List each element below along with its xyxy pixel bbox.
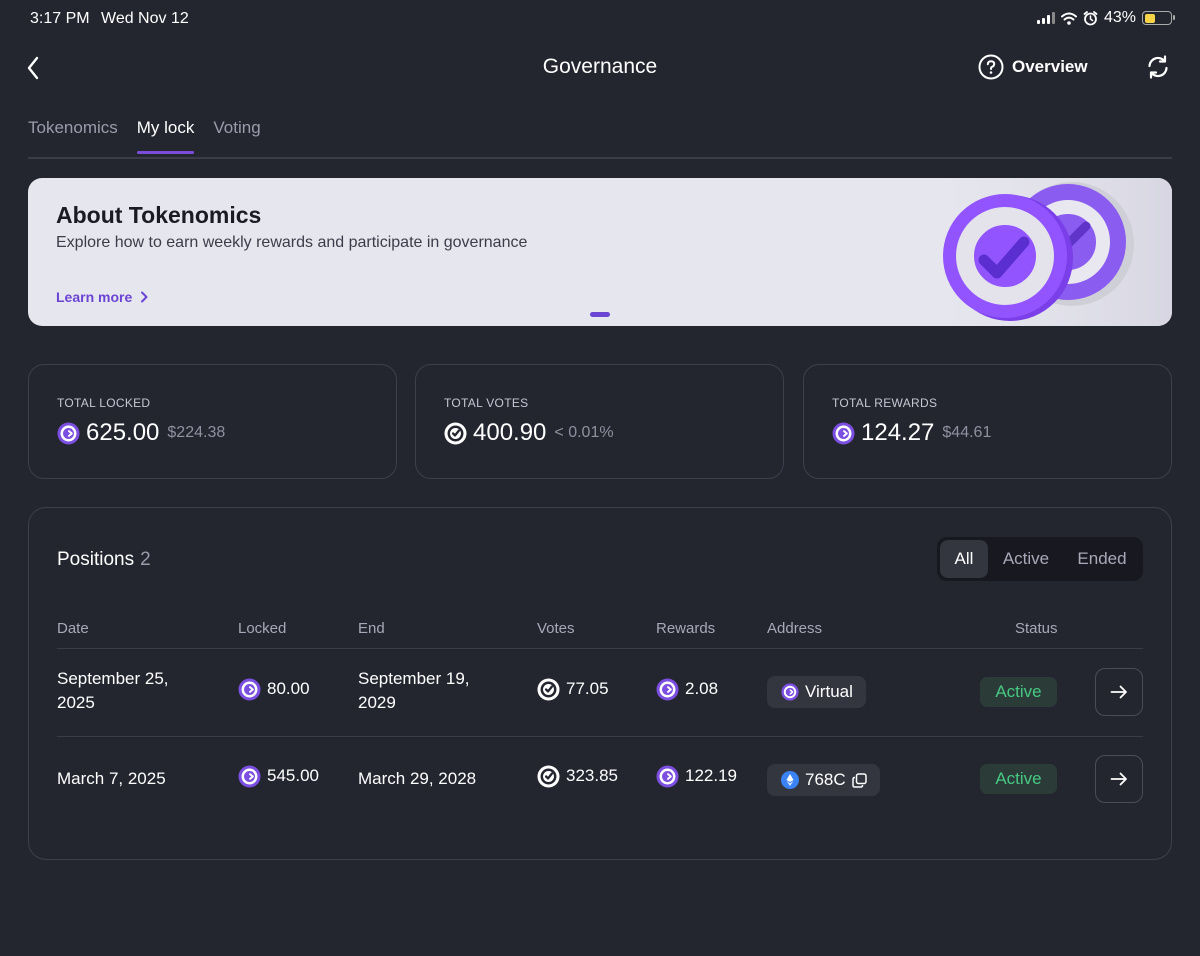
filter-all[interactable]: All (940, 540, 988, 578)
column-status: Status (1015, 620, 1058, 637)
virtual-token-icon (656, 765, 679, 788)
filter-ended[interactable]: Ended (1064, 540, 1140, 578)
tabs-divider (28, 157, 1172, 159)
column-rewards: Rewards (656, 620, 716, 637)
refresh-icon (1148, 55, 1168, 79)
arrow-right-icon (1110, 685, 1127, 699)
status-badge: Active (980, 677, 1057, 707)
row-open-button[interactable] (1095, 755, 1143, 803)
alarm-icon (1083, 10, 1098, 25)
virtual-token-icon (656, 678, 679, 701)
wifi-icon (1060, 12, 1077, 25)
battery-icon (1142, 11, 1175, 25)
banner-subtitle: Explore how to earn weekly rewards and p… (56, 234, 528, 251)
filter-active[interactable]: Active (988, 540, 1064, 578)
tab-voting[interactable]: Voting (213, 118, 260, 152)
overview-label: Overview (1012, 57, 1088, 76)
row-rewards-value: 122.19 (685, 766, 737, 785)
column-votes: Votes (537, 620, 575, 637)
address-label: Virtual (805, 682, 853, 701)
virtual-token-icon (781, 683, 799, 701)
total-votes-card: TOTAL VOTES 400.90 < 0.01% (415, 364, 784, 479)
total-votes-label: TOTAL VOTES (444, 396, 529, 410)
row-rewards-value: 2.08 (685, 679, 719, 698)
status-badge: Active (980, 764, 1057, 794)
tokenomics-banner[interactable]: About Tokenomics Explore how to earn wee… (28, 178, 1172, 326)
row-votes-value: 77.05 (566, 679, 609, 698)
tab-bar: Tokenomics My lock Voting (28, 118, 261, 154)
table-divider (57, 736, 1143, 737)
total-rewards-label: TOTAL REWARDS (832, 396, 938, 410)
total-votes-value: 400.90 (473, 419, 547, 446)
row-date: March 7, 2025 (57, 769, 166, 788)
status-time: 3:17 PM (30, 10, 90, 27)
token-coins-illustration (900, 178, 1172, 326)
virtual-token-icon (57, 422, 80, 445)
back-button[interactable] (22, 54, 46, 82)
address-label: 768C (805, 770, 846, 789)
total-locked-usd: $224.38 (167, 424, 226, 441)
row-rewards: 122.19 (656, 764, 737, 788)
column-locked: Locked (238, 620, 287, 637)
row-date: September 25, 2025 (57, 669, 169, 712)
positions-card: Positions 2 All Active Ended Date Locked … (28, 507, 1172, 860)
row-locked-value: 80.00 (267, 679, 310, 698)
total-rewards-value: 124.27 (861, 419, 935, 446)
refresh-button[interactable] (1145, 54, 1171, 80)
positions-header: Positions 2 (57, 549, 151, 571)
row-locked-value: 545.00 (267, 766, 319, 785)
column-address: Address (767, 620, 823, 637)
vote-token-icon (537, 765, 560, 788)
row-votes: 77.05 (537, 677, 609, 701)
chevron-right-icon (141, 291, 148, 303)
row-end: September 19, 2029 (358, 669, 470, 712)
virtual-token-icon (832, 422, 855, 445)
total-locked-value: 625.00 (86, 419, 160, 446)
column-date: Date (57, 620, 89, 637)
learn-more-label: Learn more (56, 289, 133, 305)
total-locked-card: TOTAL LOCKED 625.00 $224.38 (28, 364, 397, 479)
positions-count: 2 (140, 549, 151, 570)
learn-more-link[interactable]: Learn more (56, 289, 148, 305)
total-locked-label: TOTAL LOCKED (57, 396, 151, 410)
positions-filter: All Active Ended (937, 537, 1143, 581)
column-end: End (358, 620, 385, 637)
status-date: Wed Nov 12 (101, 10, 189, 27)
positions-title: Positions (57, 549, 135, 570)
total-rewards-usd: $44.61 (942, 424, 992, 441)
overview-button[interactable]: Overview (978, 54, 1088, 80)
copy-icon[interactable] (851, 772, 867, 788)
total-rewards-card: TOTAL REWARDS 124.27 $44.61 (803, 364, 1172, 479)
vote-token-icon (444, 422, 467, 445)
help-icon (978, 54, 1004, 80)
signal-icon (1036, 12, 1055, 24)
vote-token-icon (537, 678, 560, 701)
total-votes-share: < 0.01% (554, 424, 614, 441)
row-votes-value: 323.85 (566, 766, 618, 785)
arrow-right-icon (1110, 772, 1127, 786)
carousel-indicator (590, 312, 610, 317)
address-pill[interactable]: 768C (767, 764, 880, 796)
row-locked: 545.00 (238, 764, 319, 788)
status-bar: 3:17 PM Wed Nov 12 43% (0, 0, 1200, 38)
chevron-left-icon (27, 56, 39, 80)
row-locked: 80.00 (238, 677, 310, 701)
tab-tokenomics[interactable]: Tokenomics (28, 118, 118, 152)
row-open-button[interactable] (1095, 668, 1143, 716)
banner-title: About Tokenomics (56, 202, 262, 228)
tab-my-lock[interactable]: My lock (136, 118, 194, 154)
table-divider (57, 648, 1143, 649)
row-votes: 323.85 (537, 764, 618, 788)
virtual-token-icon (238, 765, 261, 788)
ethereum-icon (781, 771, 799, 789)
virtual-token-icon (238, 678, 261, 701)
row-rewards: 2.08 (656, 677, 718, 701)
status-indicators: 43% (1036, 9, 1175, 27)
address-pill[interactable]: Virtual (767, 676, 866, 708)
battery-percent: 43% (1103, 9, 1136, 26)
row-end: March 29, 2028 (358, 769, 477, 788)
